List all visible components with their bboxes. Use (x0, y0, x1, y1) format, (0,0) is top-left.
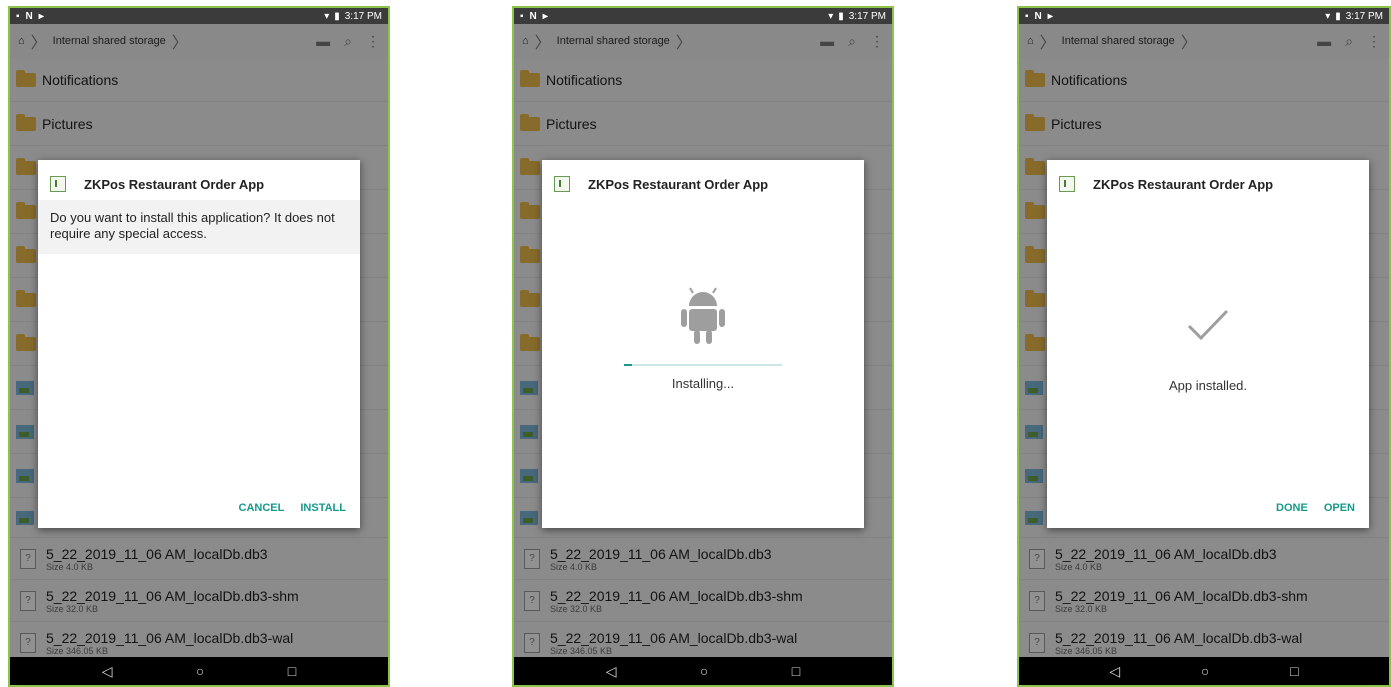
dialog-title: ZKPos Restaurant Order App (588, 176, 769, 192)
back-icon[interactable]: ◁ (1109, 663, 1120, 680)
notification-icon: ▪ (16, 10, 20, 22)
install-button[interactable]: INSTALL (300, 502, 346, 514)
app-icon (50, 176, 66, 192)
progress-fill (624, 364, 632, 366)
done-button[interactable]: DONE (1276, 502, 1308, 514)
status-bar: ▪ N ▸ ▾ ▮ 3:17 PM (514, 8, 892, 24)
dialog-title: ZKPos Restaurant Order App (1093, 176, 1274, 192)
nav-bar: ◁ ○ □ (1019, 657, 1389, 685)
wifi-icon: ▾ (1325, 10, 1331, 22)
recents-icon[interactable]: □ (1290, 663, 1298, 679)
install-progress-bar (624, 364, 782, 366)
play-icon: ▸ (1047, 10, 1053, 22)
app-icon (1059, 176, 1075, 192)
home-nav-icon[interactable]: ○ (1201, 663, 1209, 679)
battery-icon: ▮ (334, 10, 340, 22)
play-icon: ▸ (38, 10, 44, 22)
clock: 3:17 PM (1345, 10, 1383, 22)
app-icon (554, 176, 570, 192)
n-icon: N (1034, 10, 1042, 22)
home-nav-icon[interactable]: ○ (196, 663, 204, 679)
installed-dialog: ZKPos Restaurant Order App App installed… (1047, 160, 1369, 528)
back-icon[interactable]: ◁ (102, 663, 113, 680)
clock: 3:17 PM (344, 10, 382, 22)
back-icon[interactable]: ◁ (606, 663, 617, 680)
battery-icon: ▮ (1335, 10, 1341, 22)
nav-bar: ◁ ○ □ (10, 657, 388, 685)
open-button[interactable]: OPEN (1324, 502, 1355, 514)
recents-icon[interactable]: □ (792, 663, 800, 679)
play-icon: ▸ (542, 10, 548, 22)
wifi-icon: ▾ (828, 10, 834, 22)
notification-icon: ▪ (520, 10, 524, 22)
phone-screen-2: ▪ N ▸ ▾ ▮ 3:17 PM ⌂ 〉 Internal shared storage 〉… (512, 6, 894, 687)
clock: 3:17 PM (848, 10, 886, 22)
home-nav-icon[interactable]: ○ (700, 663, 708, 679)
checkmark-icon (1047, 308, 1369, 347)
wifi-icon: ▾ (324, 10, 330, 22)
android-robot-icon (542, 286, 864, 351)
n-icon: N (25, 10, 33, 22)
status-bar: ▪ N ▸ ▾ ▮ 3:17 PM (1019, 8, 1389, 24)
notification-icon: ▪ (1025, 10, 1029, 22)
nav-bar: ◁ ○ □ (514, 657, 892, 685)
phone-screen-1: ▪ N ▸ ▾ ▮ 3:17 PM ⌂ 〉 Internal shared storage 〉… (8, 6, 390, 687)
n-icon: N (529, 10, 537, 22)
installing-dialog: ZKPos Restaurant Order App Installing... (542, 160, 864, 528)
install-dialog: ZKPos Restaurant Order App Do you want t… (38, 160, 360, 528)
battery-icon: ▮ (838, 10, 844, 22)
phone-screen-3: ▪ N ▸ ▾ ▮ 3:17 PM ⌂ 〉 Internal shared storage 〉… (1017, 6, 1391, 687)
recents-icon[interactable]: □ (288, 663, 296, 679)
installed-status: App installed. (1168, 378, 1248, 393)
dialog-message: Do you want to install this application?… (38, 200, 360, 254)
installing-status: Installing... (671, 376, 735, 391)
status-bar: ▪ N ▸ ▾ ▮ 3:17 PM (10, 8, 388, 24)
dialog-title: ZKPos Restaurant Order App (84, 176, 265, 192)
cancel-button[interactable]: CANCEL (239, 502, 285, 514)
